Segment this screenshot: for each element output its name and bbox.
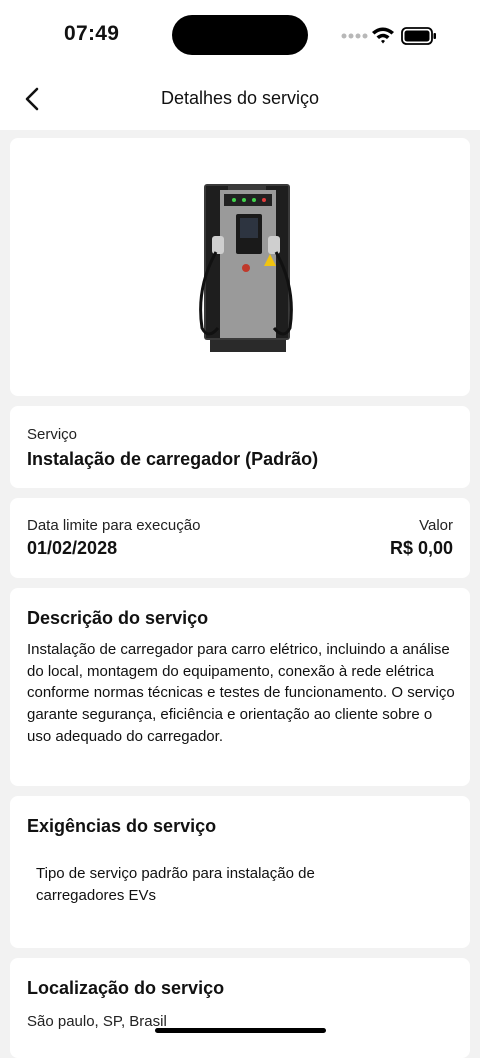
location-address: São paulo, SP, Brasil (27, 1013, 167, 1030)
service-name: Instalação de carregador (Padrão) (27, 449, 319, 469)
ev-charger-image (199, 184, 293, 352)
deadline-date: 01/02/2028 (27, 538, 118, 558)
deadline-card: Data limite para execução 01/02/2028 Val… (10, 498, 470, 578)
description-card: Descrição do serviço Instalação de carre… (10, 588, 470, 786)
requirements-card: Exigências do serviço Tipo de serviço pa… (10, 796, 470, 948)
status-time: 07:49 (64, 22, 120, 45)
nav-bar: Detalhes do serviço (0, 70, 480, 130)
description-text: Instalação de carregador para carro elét… (27, 641, 455, 745)
requirements-text: Tipo de serviço padrão para instalação d… (36, 865, 315, 904)
description-title: Descrição do serviço (27, 608, 209, 628)
location-title: Localização do serviço (27, 978, 225, 998)
location-card: Localização do serviço São paulo, SP, Br… (10, 958, 470, 1058)
service-image-card (10, 138, 470, 396)
wifi-icon (372, 27, 394, 44)
deadline-label: Data limite para execução (27, 517, 201, 534)
home-indicator (155, 1028, 326, 1033)
status-icons (340, 24, 440, 48)
page-title: Detalhes do serviço (160, 88, 320, 108)
service-card: Serviço Instalação de carregador (Padrão… (10, 406, 470, 488)
service-label: Serviço (27, 426, 78, 443)
signal-icon (341, 33, 368, 39)
service-value: R$ 0,00 (389, 538, 453, 558)
battery-icon (401, 27, 436, 45)
status-bar: 07:49 (0, 0, 480, 70)
requirements-title: Exigências do serviço (27, 816, 217, 836)
value-label: Valor (419, 517, 453, 534)
dynamic-island (172, 15, 308, 55)
